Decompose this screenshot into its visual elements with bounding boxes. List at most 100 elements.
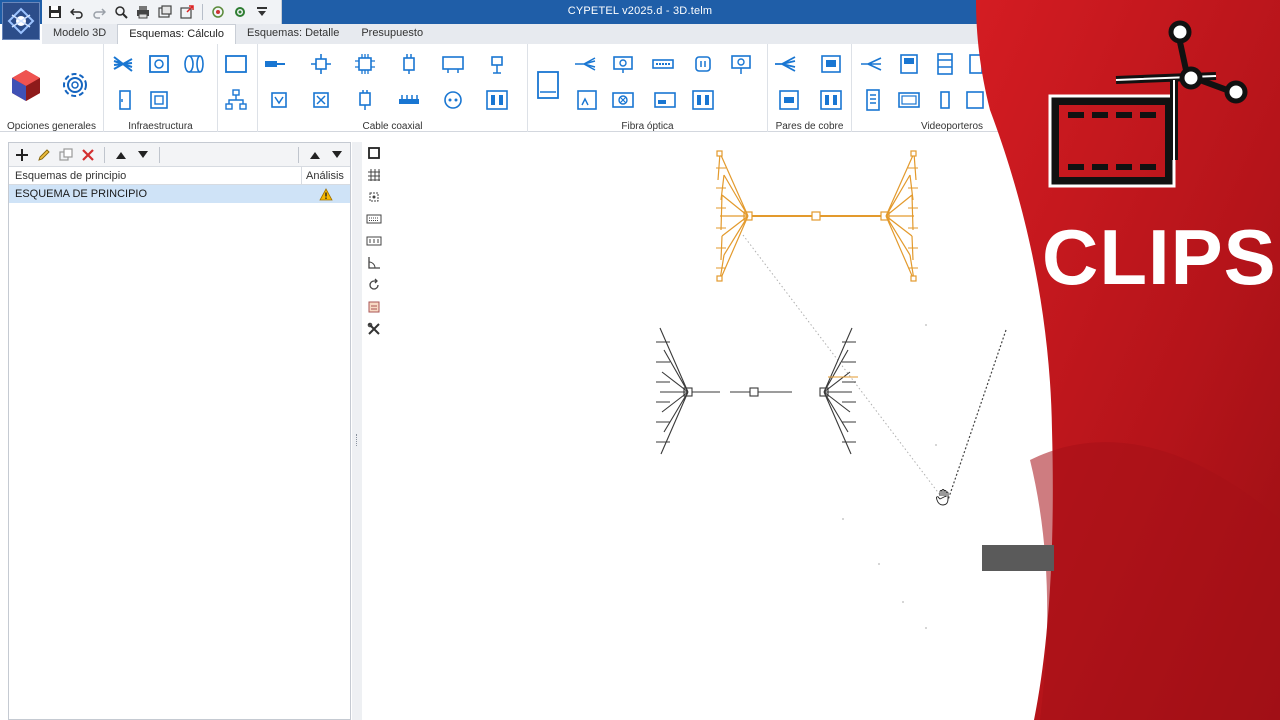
keypad-button[interactable]: [860, 87, 886, 113]
collapse-down-icon[interactable]: [328, 146, 346, 164]
splitter-button[interactable]: [308, 51, 334, 77]
selected-scheme[interactable]: [716, 150, 918, 282]
update-icon[interactable]: [209, 3, 227, 21]
copper-panel-button[interactable]: [818, 87, 844, 113]
save-icon[interactable]: [46, 3, 64, 21]
conduit-button[interactable]: [180, 51, 206, 77]
copy-icon[interactable]: [57, 146, 75, 164]
tab-presupuesto[interactable]: Presupuesto: [350, 24, 434, 44]
edit-icon[interactable]: [35, 146, 53, 164]
coax-outlet-button[interactable]: [440, 87, 466, 113]
headend-button[interactable]: [440, 51, 466, 77]
rj45-button[interactable]: [818, 51, 844, 77]
fiber-panel-button[interactable]: [690, 87, 716, 113]
move-down-icon[interactable]: [134, 146, 152, 164]
cabinet-button[interactable]: [112, 87, 138, 113]
fiber-mixer-button[interactable]: [610, 87, 636, 113]
distribution-bar-icon: [399, 95, 419, 104]
select-rectangle-icon[interactable]: [363, 142, 385, 164]
outlet-button[interactable]: [484, 51, 510, 77]
fiber-terminal-button[interactable]: [652, 87, 678, 113]
tools-icon[interactable]: [363, 318, 385, 340]
fiber-device-button[interactable]: [574, 87, 600, 113]
outlet-icon: [491, 56, 503, 74]
group-pares-de-cobre: Pares de cobre: [768, 44, 852, 132]
settings-icon[interactable]: [231, 3, 249, 21]
add-icon[interactable]: [13, 146, 31, 164]
schemes-panel: Esquemas de principio Análisis ESQUEMA D…: [8, 142, 351, 720]
fiber-splitter-button[interactable]: [572, 51, 598, 77]
fiber-termination-button[interactable]: [690, 51, 716, 77]
window-title: CYPETEL v2025.d - 3D.telm: [567, 5, 713, 17]
keyboard-icon[interactable]: [363, 208, 385, 230]
fiber-cabinet-button[interactable]: [534, 68, 562, 102]
filter-button[interactable]: [266, 87, 292, 113]
snap-icon[interactable]: [363, 186, 385, 208]
coax-panel-button[interactable]: [484, 87, 510, 113]
tap-button[interactable]: [396, 51, 422, 77]
project-data-button[interactable]: [7, 66, 45, 104]
title-bar: CYPETEL v2025.d - 3D.telm: [0, 0, 1280, 24]
coax-connector-button[interactable]: [262, 51, 288, 77]
undo-icon[interactable]: [68, 3, 86, 21]
fiber-box-button[interactable]: [610, 51, 636, 77]
angle-icon[interactable]: [363, 252, 385, 274]
export-icon[interactable]: [178, 3, 196, 21]
socket-box-button[interactable]: [146, 87, 172, 113]
intercom-extra-button[interactable]: [962, 51, 988, 77]
view-icon[interactable]: [156, 3, 174, 21]
handset-button[interactable]: [932, 87, 958, 113]
network-button[interactable]: [223, 87, 249, 113]
general-settings-button[interactable]: [56, 66, 94, 104]
monitor-button[interactable]: [896, 87, 922, 113]
collapse-up-icon[interactable]: [306, 146, 324, 164]
grid-icon[interactable]: [363, 164, 385, 186]
splitter-icon: [311, 54, 331, 74]
amplifier-button[interactable]: [352, 51, 378, 77]
rotate-icon[interactable]: [363, 274, 385, 296]
group-label-fibra-optica: Fibra óptica: [621, 121, 674, 132]
panel-icon: [820, 90, 842, 110]
app-logo[interactable]: [2, 2, 40, 40]
enclosure-button[interactable]: [146, 51, 172, 77]
copper-outlet-button[interactable]: [776, 87, 802, 113]
move-up-icon[interactable]: [112, 146, 130, 164]
cabinet-icon: [119, 90, 131, 110]
mixer-icon: [313, 92, 329, 108]
intercom-splitter-button[interactable]: [858, 51, 884, 77]
measure-icon[interactable]: [363, 230, 385, 252]
mixer-button[interactable]: [308, 87, 334, 113]
copper-outlet-icon: [779, 90, 799, 110]
intercom-power-button[interactable]: [962, 87, 988, 113]
intercom-splitter-icon: [861, 57, 882, 71]
quick-access-toolbar: [42, 0, 282, 24]
door-panel-button[interactable]: [896, 51, 922, 77]
group-label-pares-de-cobre: Pares de cobre: [775, 121, 844, 132]
screen-button[interactable]: [223, 51, 249, 77]
copper-splitter-button[interactable]: [772, 51, 798, 77]
antenna-button[interactable]: [110, 51, 136, 77]
tab-esquemas-calculo[interactable]: Esquemas: Cálculo: [117, 24, 236, 44]
headend-icon: [442, 56, 464, 73]
print-icon[interactable]: [134, 3, 152, 21]
attenuator-button[interactable]: [352, 87, 378, 113]
intercom-unit-button[interactable]: [932, 51, 958, 77]
redo-icon[interactable]: [90, 3, 108, 21]
zoom-icon[interactable]: [112, 3, 130, 21]
layers-icon[interactable]: [363, 296, 385, 318]
fiber-box-icon: [613, 56, 633, 73]
power-supply-icon: [966, 91, 984, 109]
tab-modelo-3d[interactable]: Modelo 3D: [42, 24, 117, 44]
patch-panel-button[interactable]: [650, 51, 676, 77]
warning-icon: [319, 187, 333, 200]
column-header-name[interactable]: Esquemas de principio: [9, 167, 302, 184]
tab-esquemas-detalle[interactable]: Esquemas: Detalle: [236, 24, 350, 44]
distribution-bar-button[interactable]: [396, 87, 422, 113]
delete-icon[interactable]: [79, 146, 97, 164]
panel-splitter[interactable]: [352, 142, 362, 720]
dropdown-icon[interactable]: [253, 3, 271, 21]
column-header-analysis[interactable]: Análisis: [302, 167, 350, 184]
fiber-outlet-button[interactable]: [728, 51, 754, 77]
list-item[interactable]: ESQUEMA DE PRINCIPIO: [9, 185, 350, 203]
conduit-icon: [184, 55, 204, 73]
